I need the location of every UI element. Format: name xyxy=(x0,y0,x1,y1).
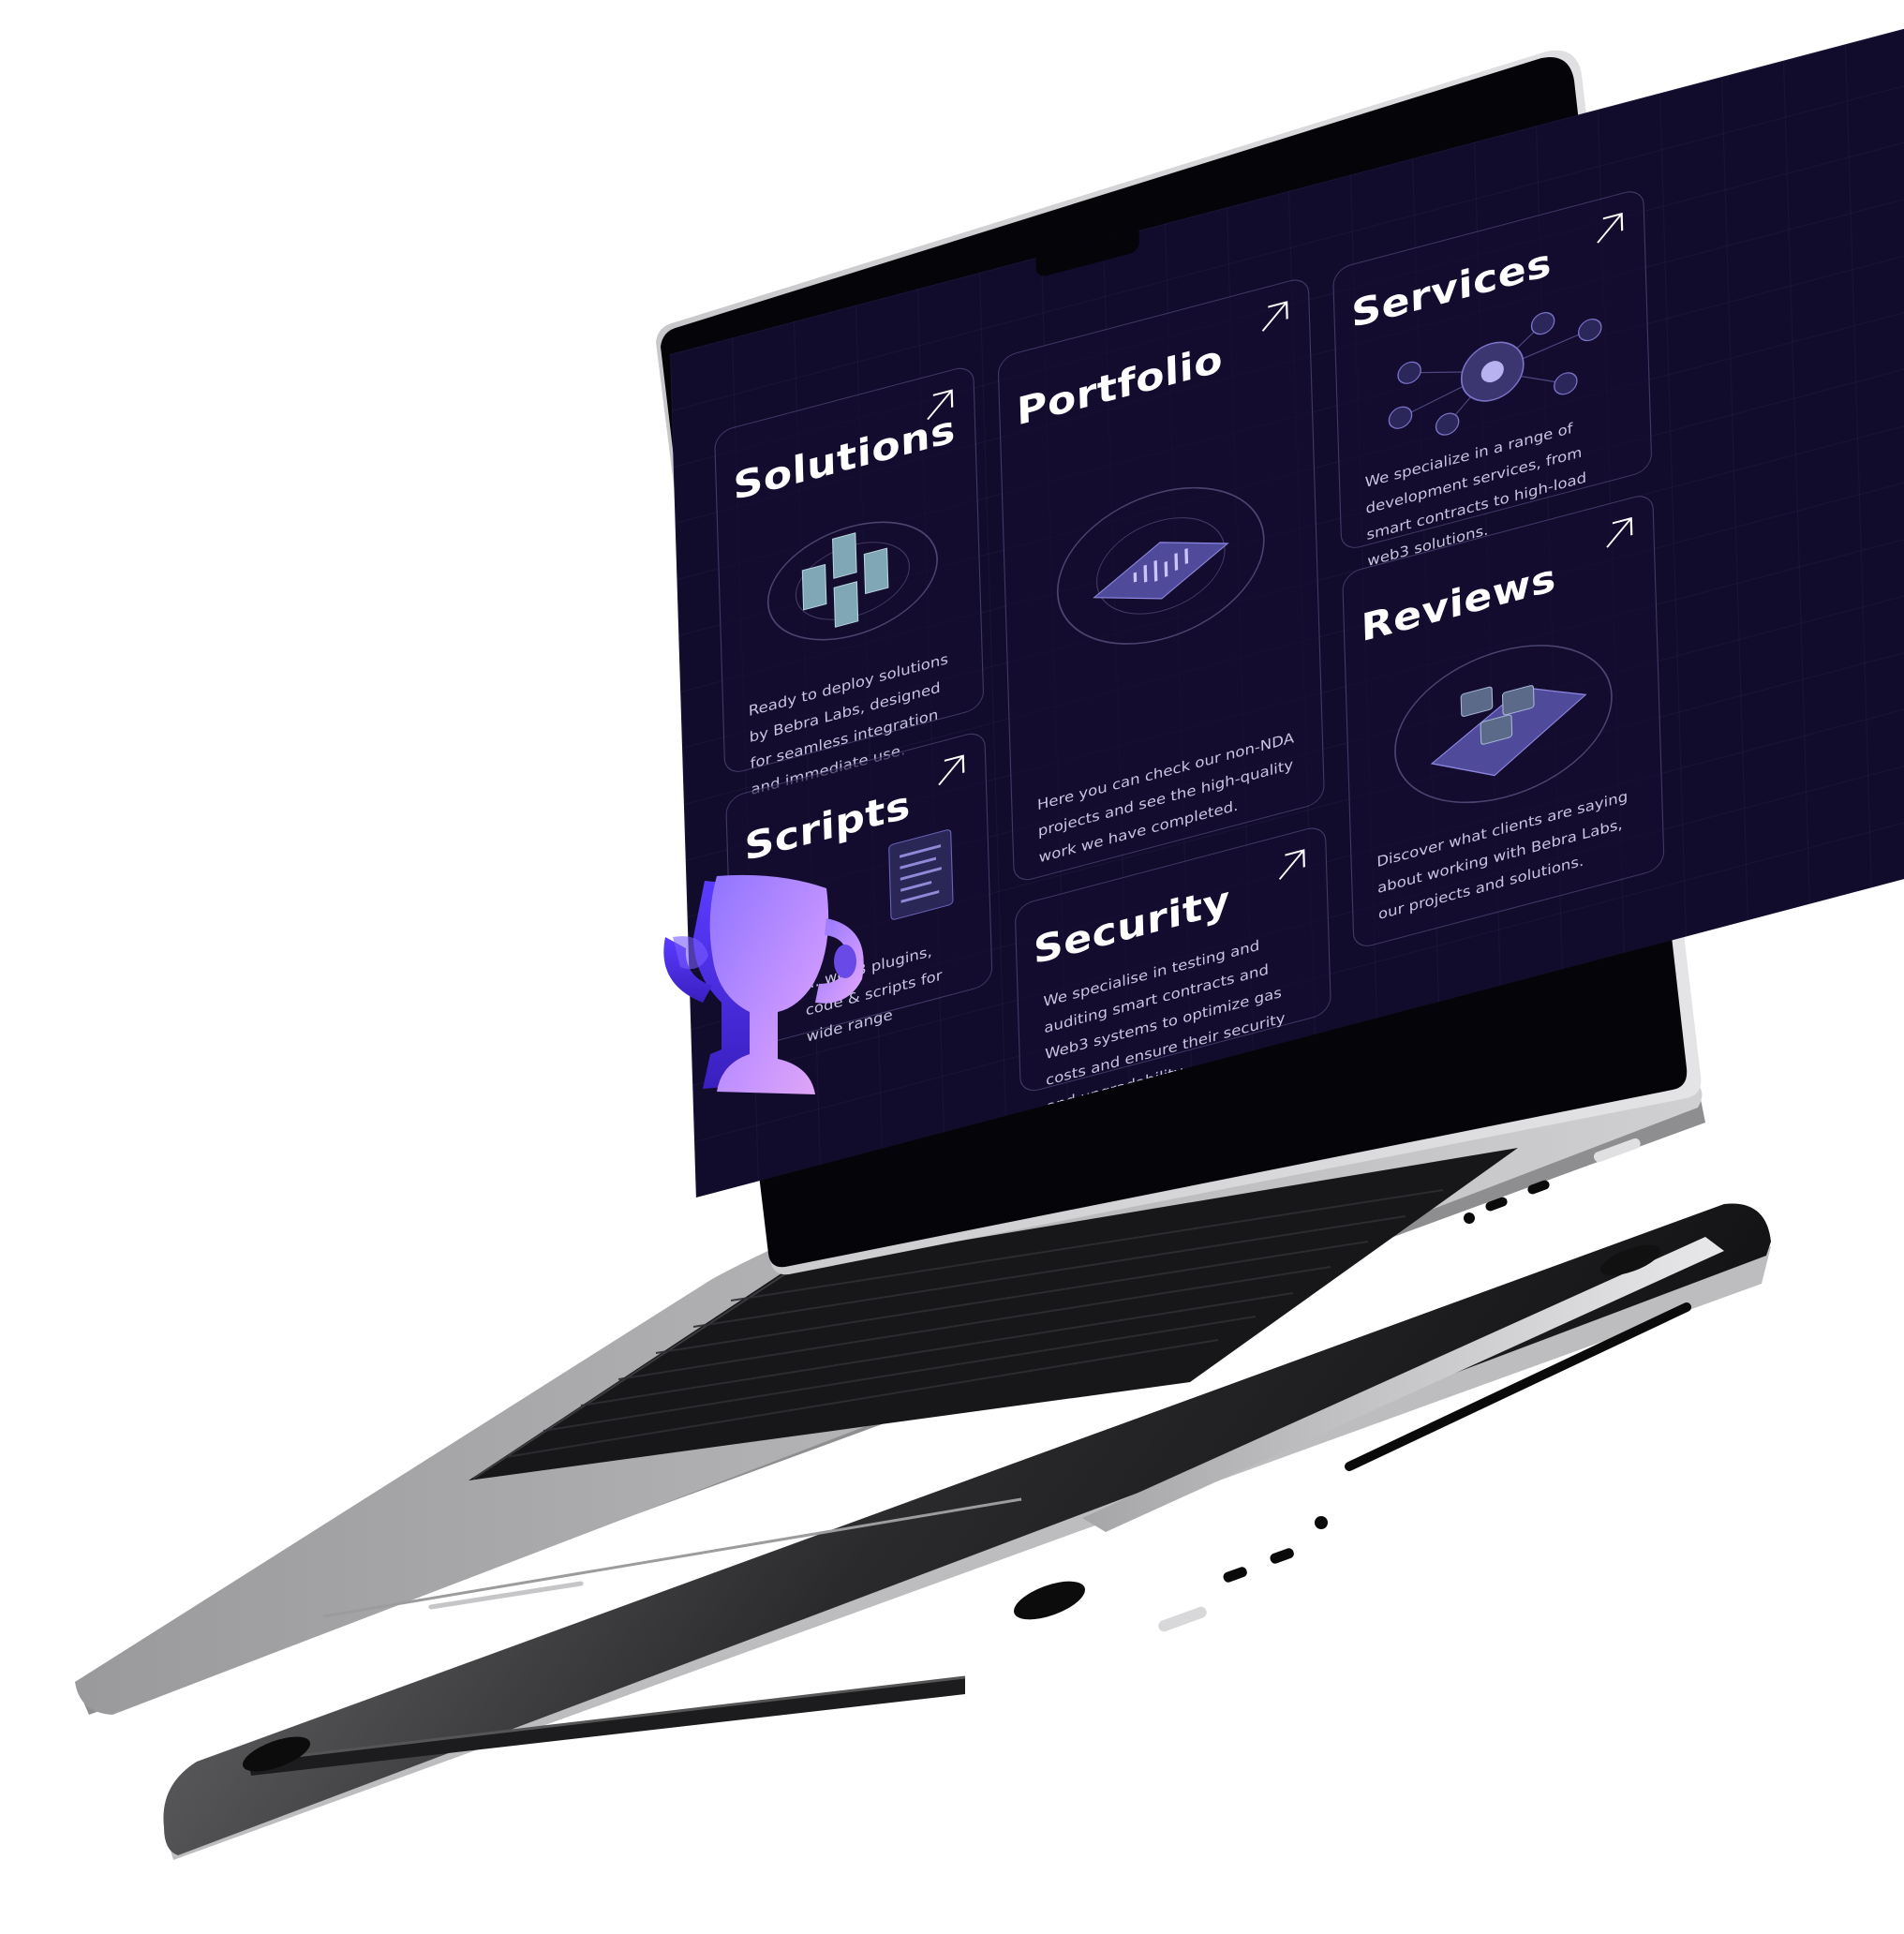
card-reviews[interactable]: Reviews Discover what clients are saying… xyxy=(1342,491,1665,951)
analytics-dashboard-illustration xyxy=(1056,486,1265,645)
trophy-icon xyxy=(663,874,864,1094)
card-services[interactable]: Services We specialize in a range of dev… xyxy=(1331,186,1653,570)
arrow-up-right-icon[interactable] xyxy=(1273,844,1309,885)
arrow-up-right-icon[interactable] xyxy=(933,750,969,791)
servers-illustration xyxy=(766,521,938,641)
card-solutions[interactable]: Solutions Ready to deploy solutions by B… xyxy=(713,364,985,798)
card-title: Portfolio xyxy=(1016,336,1224,435)
card-portfolio[interactable]: Portfolio Here you can check our non-NDA… xyxy=(997,275,1326,885)
arrow-up-right-icon[interactable] xyxy=(1257,296,1292,337)
arrow-up-right-icon[interactable] xyxy=(1592,208,1628,249)
arrow-up-right-icon[interactable] xyxy=(1601,513,1637,554)
